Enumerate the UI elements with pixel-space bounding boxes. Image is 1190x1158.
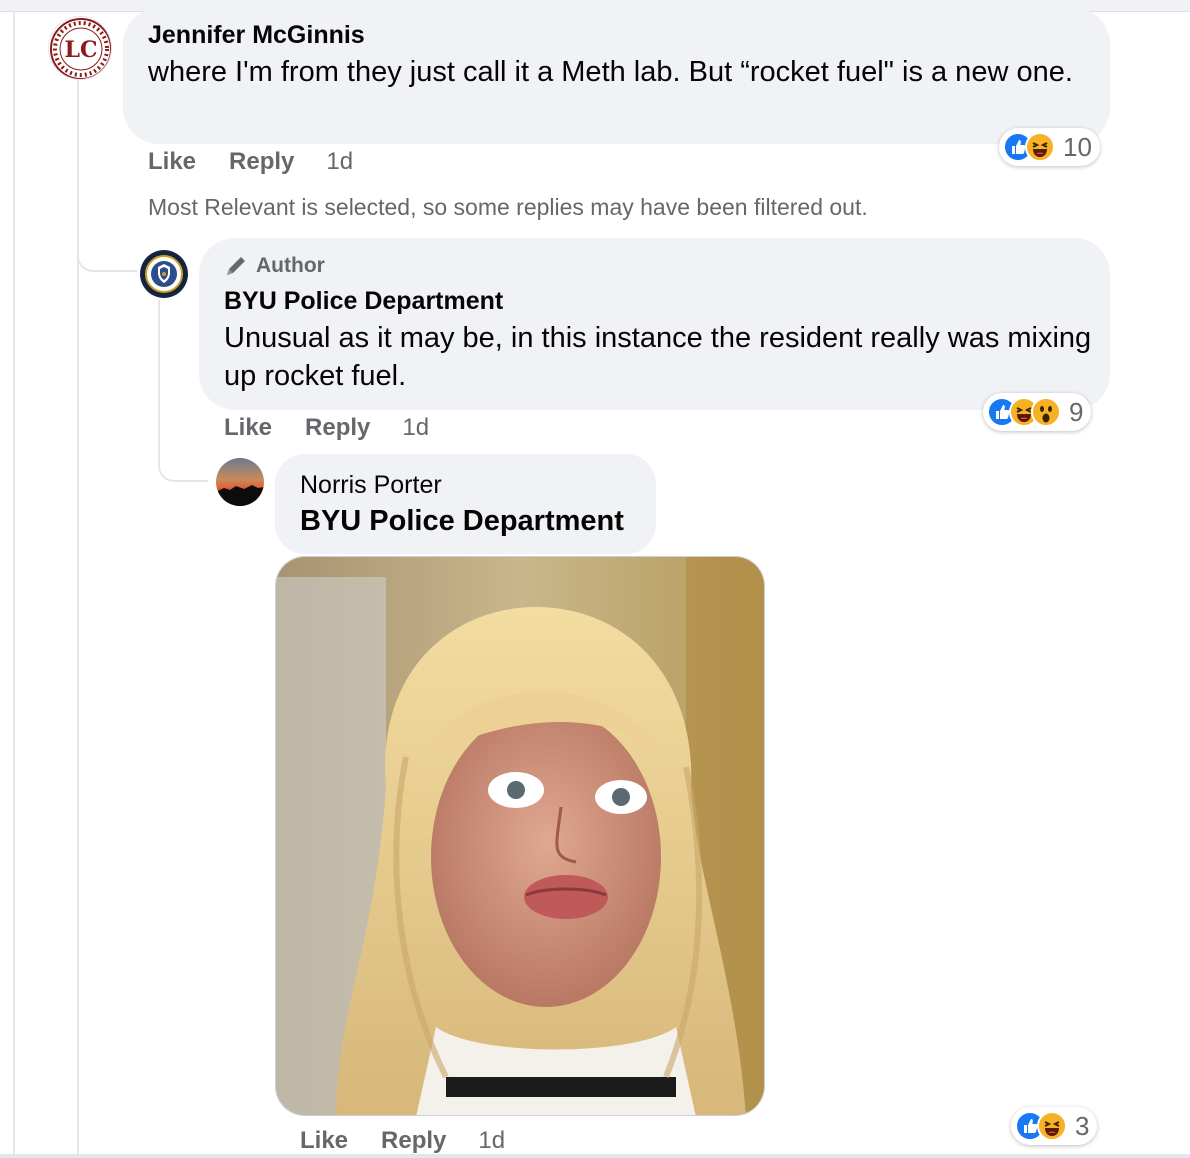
author-badge: Author <box>223 253 325 279</box>
thread-line <box>77 236 137 272</box>
reply-author[interactable]: Norris Porter <box>300 471 442 500</box>
timestamp[interactable]: 1d <box>478 1127 505 1155</box>
comment-actions: Like Reply 1d <box>148 148 353 176</box>
avatar-police-seal-icon <box>141 251 187 297</box>
reply-button[interactable]: Reply <box>381 1127 446 1155</box>
avatar[interactable]: LC <box>48 16 112 80</box>
reaction-summary[interactable]: 10 <box>999 128 1100 166</box>
haha-reaction-icon <box>1037 1111 1067 1141</box>
wow-reaction-icon <box>1031 397 1061 427</box>
like-button[interactable]: Like <box>224 414 272 442</box>
comment-author[interactable]: Jennifer McGinnis <box>148 21 365 50</box>
left-border <box>13 12 15 1158</box>
like-button[interactable]: Like <box>148 148 196 176</box>
comment-text: where I'm from they just call it a Meth … <box>148 56 1073 88</box>
reply-text: Unusual as it may be, in this instance t… <box>224 322 1092 392</box>
pencil-icon <box>227 257 245 275</box>
reaction-summary[interactable]: 9 <box>983 393 1092 431</box>
avatar-sunset-icon <box>216 458 264 506</box>
avatar[interactable] <box>140 250 188 298</box>
reply-author[interactable]: BYU Police Department <box>224 287 503 316</box>
filter-notice: Most Relevant is selected, so some repli… <box>148 194 868 220</box>
avatar-lc-logo-icon: LC <box>50 18 111 79</box>
gif-image <box>276 557 764 1115</box>
reply-button[interactable]: Reply <box>305 414 370 442</box>
reply-bubble <box>275 454 656 554</box>
thread-line <box>158 300 160 450</box>
reply-actions: Like Reply 1d <box>300 1127 505 1155</box>
reaction-count: 3 <box>1075 1110 1090 1141</box>
reaction-count: 10 <box>1063 131 1092 162</box>
timestamp[interactable]: 1d <box>326 148 353 176</box>
bottom-border <box>0 1154 1190 1158</box>
timestamp[interactable]: 1d <box>402 414 429 442</box>
avatar[interactable] <box>216 458 264 506</box>
mention-link[interactable]: BYU Police Department <box>300 505 624 538</box>
svg-text:LC: LC <box>65 37 98 63</box>
haha-reaction-icon <box>1025 132 1055 162</box>
gif-attachment[interactable] <box>275 556 765 1116</box>
reply-button[interactable]: Reply <box>229 148 294 176</box>
reaction-summary[interactable]: 3 <box>1011 1107 1098 1145</box>
like-button[interactable]: Like <box>300 1127 348 1155</box>
reaction-count: 9 <box>1069 396 1084 427</box>
author-badge-label: Author <box>256 254 325 277</box>
thread-line <box>158 448 208 482</box>
reply-actions: Like Reply 1d <box>224 414 429 442</box>
